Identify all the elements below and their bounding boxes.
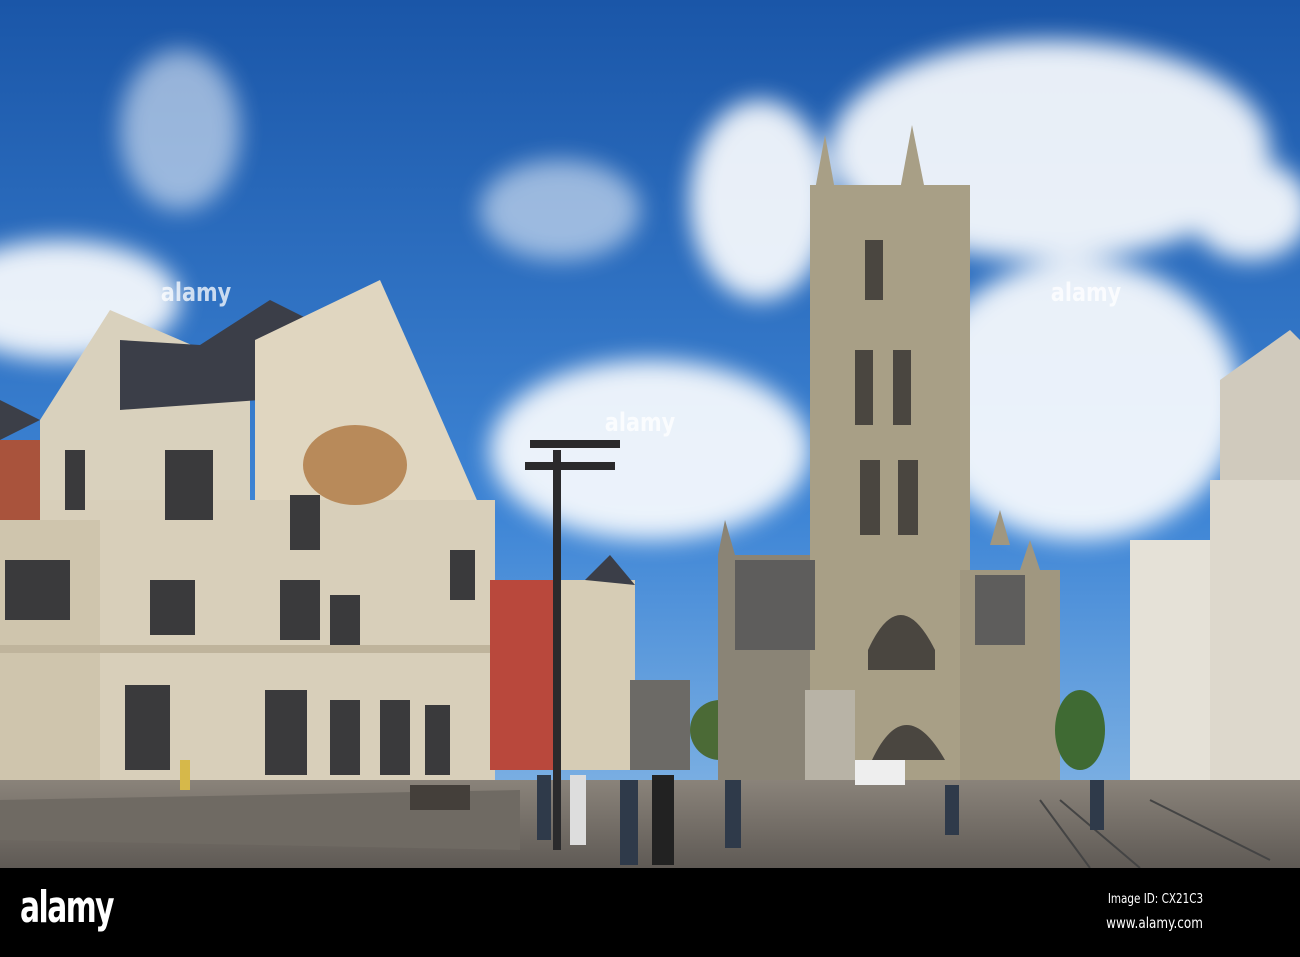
- alamy-logo[interactable]: alamy: [20, 882, 115, 933]
- stock-photo-page: alamy alamy alamy alamy Image ID: CX21C3…: [0, 0, 1300, 957]
- watermark: alamy: [160, 278, 232, 308]
- watermark: alamy: [1050, 278, 1122, 308]
- website-link[interactable]: www.alamy.com: [1106, 914, 1203, 932]
- footer-bar: alamy Image ID: CX21C3 www.alamy.com: [0, 868, 1300, 957]
- image-id-label: Image ID: CX21C3: [1107, 892, 1203, 907]
- watermark: alamy: [604, 408, 676, 438]
